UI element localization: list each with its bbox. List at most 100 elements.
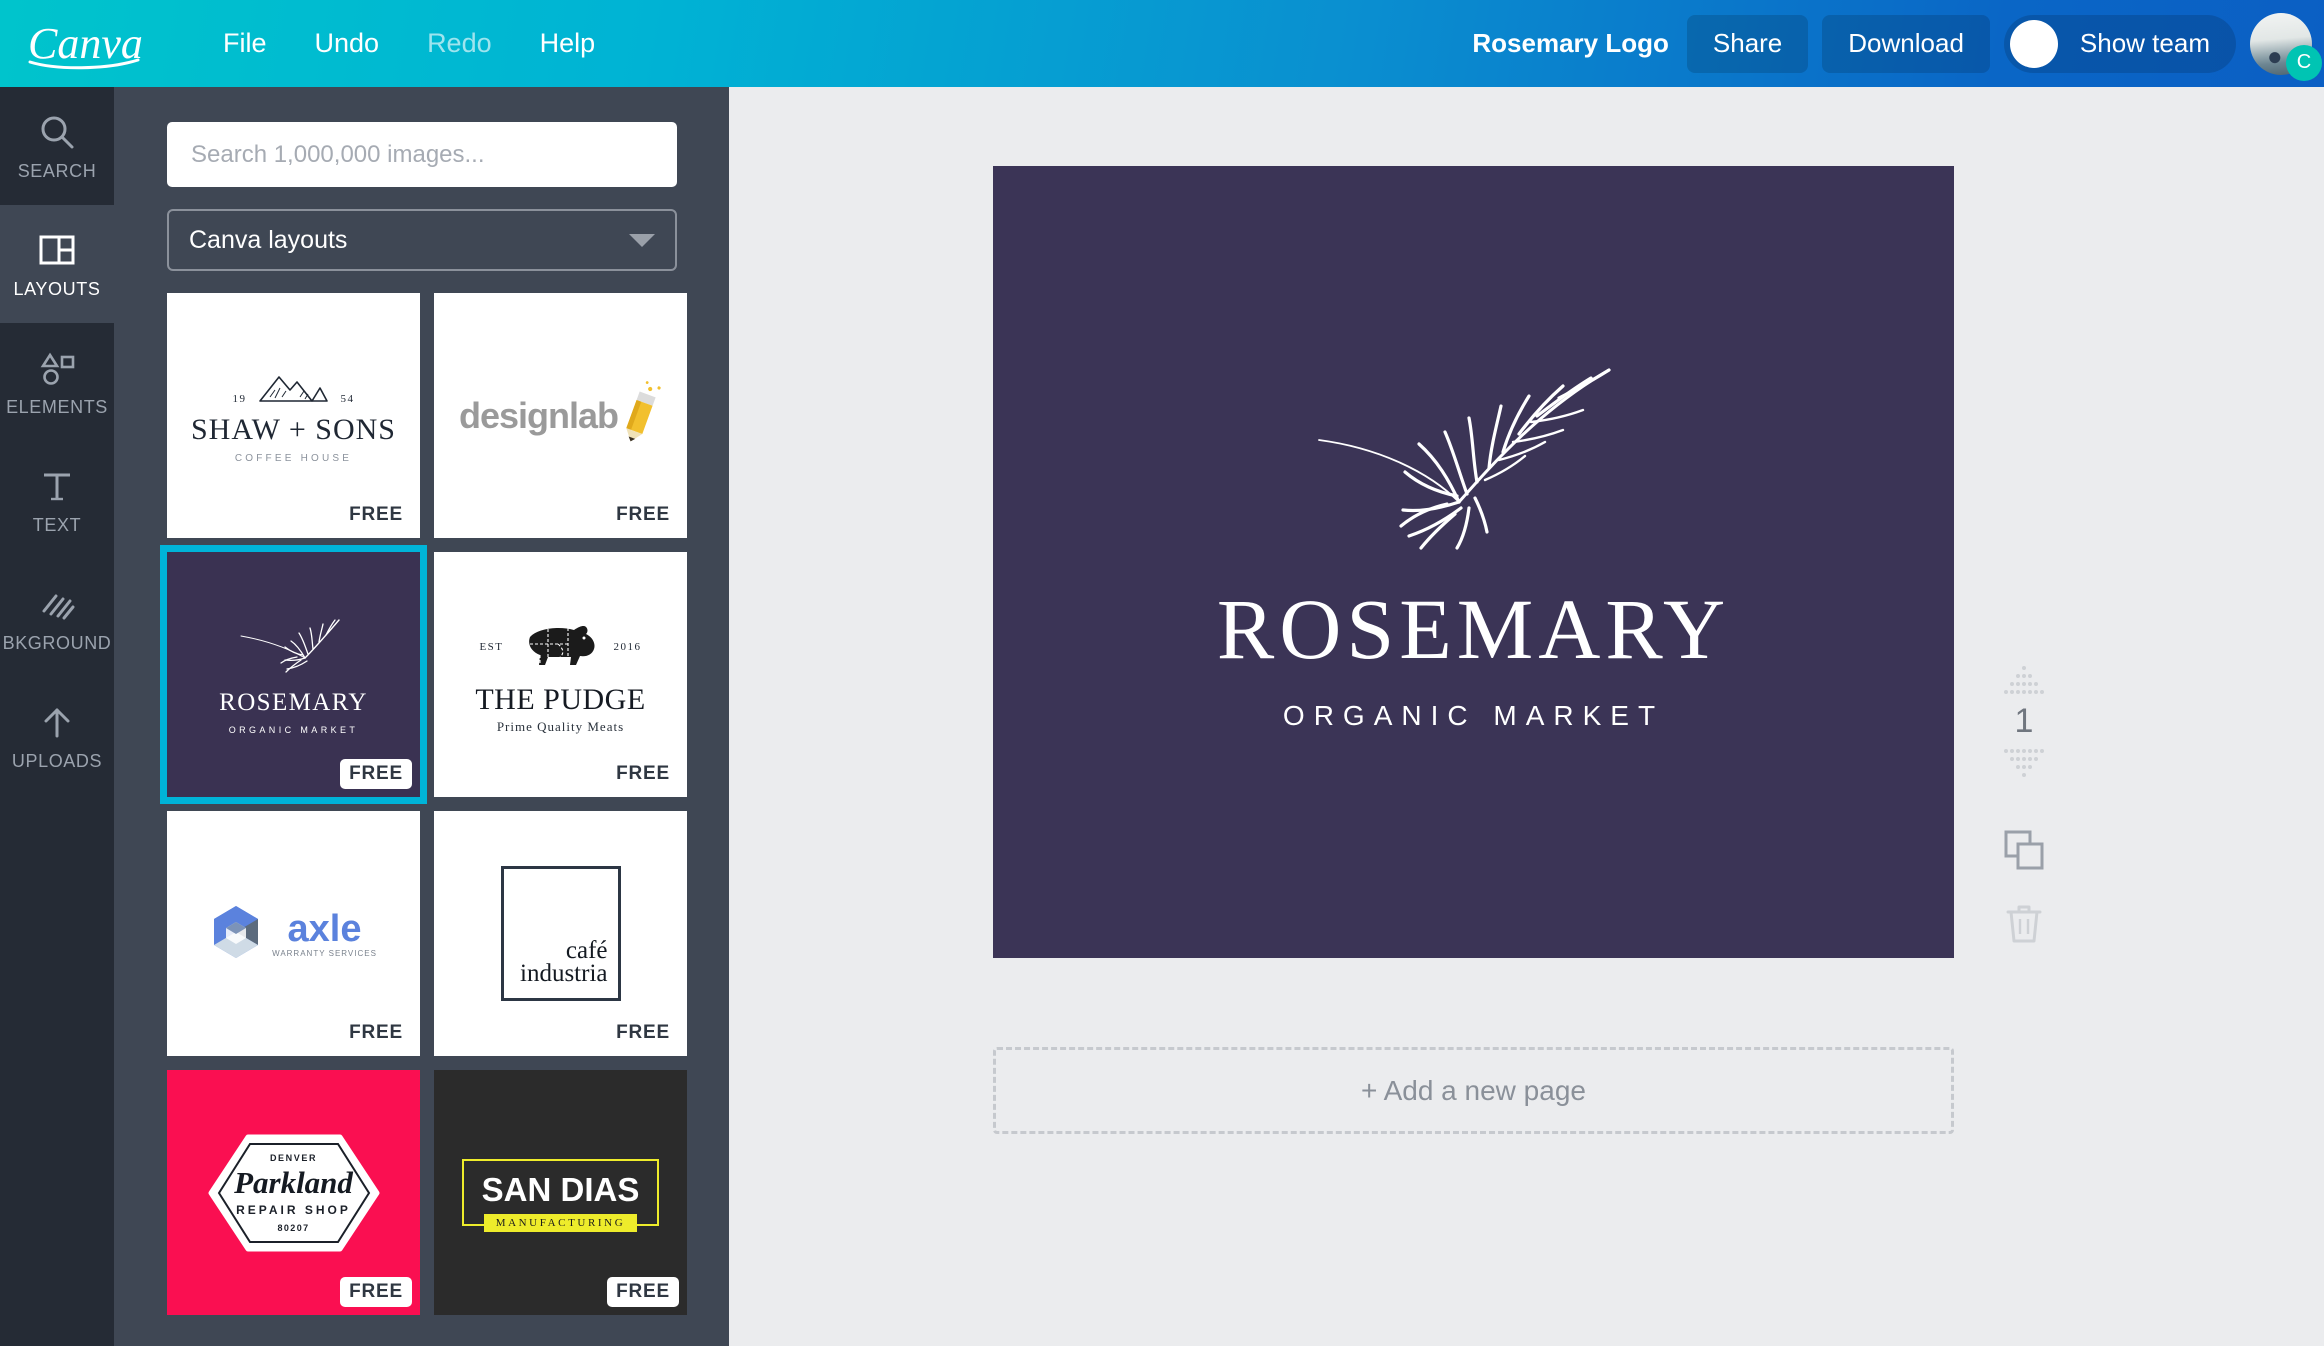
free-badge: FREE [349, 1022, 403, 1043]
axle-title: axle [287, 907, 362, 950]
category-dropdown-label: Canva layouts [189, 225, 348, 254]
trash-icon[interactable] [2004, 901, 2044, 945]
free-badge: FREE [340, 1277, 412, 1307]
shaw-sons-artwork: 19 54 SHAW + SONS COFFEE HOUSE [191, 368, 396, 464]
add-new-page-label: + Add a new page [1361, 1074, 1586, 1106]
download-button[interactable]: Download [1822, 14, 1990, 73]
svg-text:Canva: Canva [28, 19, 143, 68]
menu-item-help[interactable]: Help [516, 20, 620, 67]
share-button[interactable]: Share [1686, 14, 1809, 73]
uploads-icon [37, 700, 77, 744]
sidebar-label-layouts: LAYOUTS [13, 279, 101, 299]
rosemary-title: ROSEMARY [219, 689, 368, 716]
layout-thumbnail-parkland[interactable]: DENVER Parkland REPAIR SHOP 80207 FREE [167, 1070, 420, 1315]
axle-hexagon-icon [210, 904, 262, 964]
sidebar-item-layouts[interactable]: LAYOUTS [0, 205, 114, 323]
the-pudge-year: 2016 [613, 641, 642, 653]
layouts-panel: Canva layouts 19 [114, 87, 729, 1346]
cafe-industria-wordmark: café industria [520, 938, 608, 988]
cafe-industria-line2: industria [520, 960, 608, 988]
shaw-sons-year-left: 19 [232, 392, 247, 405]
move-down-icon[interactable] [2000, 745, 2048, 781]
sidebar-item-background[interactable]: BKGROUND [0, 559, 114, 677]
chevron-down-icon [629, 233, 655, 247]
the-pudge-est-label: EST [479, 641, 504, 653]
layout-thumbnail-grid: 19 54 SHAW + SONS COFFEE HOUSE FREE desi… [160, 293, 687, 1315]
canvas-logo-subtitle[interactable]: ORGANIC MARKET [1283, 700, 1664, 732]
show-team-label: Show team [2079, 28, 2210, 58]
page-tools: 1 [1984, 662, 2064, 945]
layout-thumbnail-shaw-sons[interactable]: 19 54 SHAW + SONS COFFEE HOUSE FREE [167, 293, 420, 538]
parkland-subtitle: REPAIR SHOP [236, 1202, 351, 1217]
shaw-sons-subtitle: COFFEE HOUSE [234, 452, 353, 464]
pig-icon [512, 617, 606, 679]
free-badge: FREE [616, 763, 670, 784]
mountain-icon [256, 370, 330, 408]
cafe-industria-artwork: café industria [500, 866, 621, 1001]
layout-thumbnail-designlab[interactable]: designlab FREE [434, 293, 687, 538]
duplicate-page-icon[interactable] [2001, 827, 2047, 873]
sidebar-item-elements[interactable]: ELEMENTS [0, 323, 114, 441]
free-badge: FREE [349, 504, 403, 525]
add-new-page-button[interactable]: + Add a new page [993, 1047, 1954, 1134]
main-menu: File Undo Redo Help [199, 20, 619, 67]
the-pudge-title: THE PUDGE [475, 682, 646, 716]
document-title[interactable]: Rosemary Logo [1472, 28, 1669, 59]
header-actions: Rosemary Logo Share Download Show team C [1472, 12, 2324, 81]
parkland-city: DENVER [269, 1152, 318, 1163]
axle-artwork: axle WARRANTY SERVICES [210, 904, 377, 964]
sidebar-item-search[interactable]: SEARCH [0, 87, 114, 205]
rosemary-sprig-icon[interactable] [1309, 362, 1639, 552]
designlab-title: designlab [458, 394, 619, 436]
category-dropdown[interactable]: Canva layouts [167, 209, 677, 271]
layout-thumbnail-cafe-industria[interactable]: café industria FREE [434, 811, 687, 1056]
layout-thumbnail-axle[interactable]: axle WARRANTY SERVICES FREE [167, 811, 420, 1056]
menu-item-file[interactable]: File [199, 20, 291, 67]
avatar-initial-badge: C [2286, 44, 2322, 81]
pencil-icon [618, 379, 662, 453]
layout-thumbnail-san-dias[interactable]: SAN DIAS MANUFACTURING FREE [434, 1070, 687, 1315]
sidebar-label-uploads: UPLOADS [11, 751, 103, 771]
app-header: Canva File Undo Redo Help Rosemary Logo … [0, 0, 2324, 87]
team-avatar-placeholder [2009, 19, 2058, 68]
the-pudge-subtitle: Prime Quality Meats [496, 718, 625, 734]
search-input[interactable] [167, 122, 677, 187]
axle-subtitle: WARRANTY SERVICES [272, 948, 377, 958]
design-workspace: ROSEMARY ORGANIC MARKET 1 + Add a new pa… [729, 87, 2324, 1346]
sidebar-label-background: BKGROUND [2, 633, 112, 653]
canvas-page[interactable]: ROSEMARY ORGANIC MARKET [993, 166, 1954, 958]
sidebar-item-uploads[interactable]: UPLOADS [0, 677, 114, 795]
canvas-logo-group: ROSEMARY ORGANIC MARKET [993, 166, 1954, 958]
parkland-badge-shape: DENVER Parkland REPAIR SHOP 80207 [208, 1134, 380, 1252]
show-team-button[interactable]: Show team [2003, 14, 2236, 73]
layout-thumbnail-rosemary[interactable]: ROSEMARY ORGANIC MARKET FREE [160, 545, 427, 804]
free-badge: FREE [340, 759, 412, 789]
axle-wordmark: axle WARRANTY SERVICES [272, 910, 377, 958]
search-icon [37, 110, 77, 154]
layouts-icon [37, 228, 77, 272]
sidebar-label-text: TEXT [32, 515, 82, 535]
rosemary-sprig-icon [235, 614, 353, 679]
layout-thumbnail-the-pudge[interactable]: EST 2016 THE PUDGE Prime Quality Meats F… [434, 552, 687, 797]
free-badge: FREE [616, 504, 670, 525]
move-up-icon[interactable] [2000, 662, 2048, 698]
the-pudge-artwork: EST 2016 THE PUDGE Prime Quality Meats [475, 617, 645, 733]
canva-logo[interactable]: Canva [26, 16, 151, 72]
parkland-title: Parkland [234, 1164, 353, 1200]
rosemary-subtitle: ORGANIC MARKET [228, 725, 359, 735]
shaw-sons-title: SHAW + SONS [190, 412, 396, 446]
menu-item-redo[interactable]: Redo [403, 20, 516, 67]
the-pudge-crest: EST 2016 [475, 617, 645, 679]
free-badge: FREE [607, 1277, 679, 1307]
page-number: 1 [2014, 702, 2034, 740]
san-dias-frame: SAN DIAS MANUFACTURING [461, 1159, 660, 1232]
sidebar-item-text[interactable]: TEXT [0, 441, 114, 559]
avatar[interactable]: C [2250, 12, 2322, 81]
shaw-sons-crest: 19 54 [191, 368, 396, 408]
text-icon [37, 464, 77, 508]
canvas-logo-title[interactable]: ROSEMARY [1217, 586, 1730, 672]
designlab-artwork: designlab [459, 379, 662, 453]
sidebar-label-elements: ELEMENTS [6, 397, 108, 417]
menu-item-undo[interactable]: Undo [291, 20, 404, 67]
san-dias-subtitle: MANUFACTURING [483, 1214, 638, 1232]
